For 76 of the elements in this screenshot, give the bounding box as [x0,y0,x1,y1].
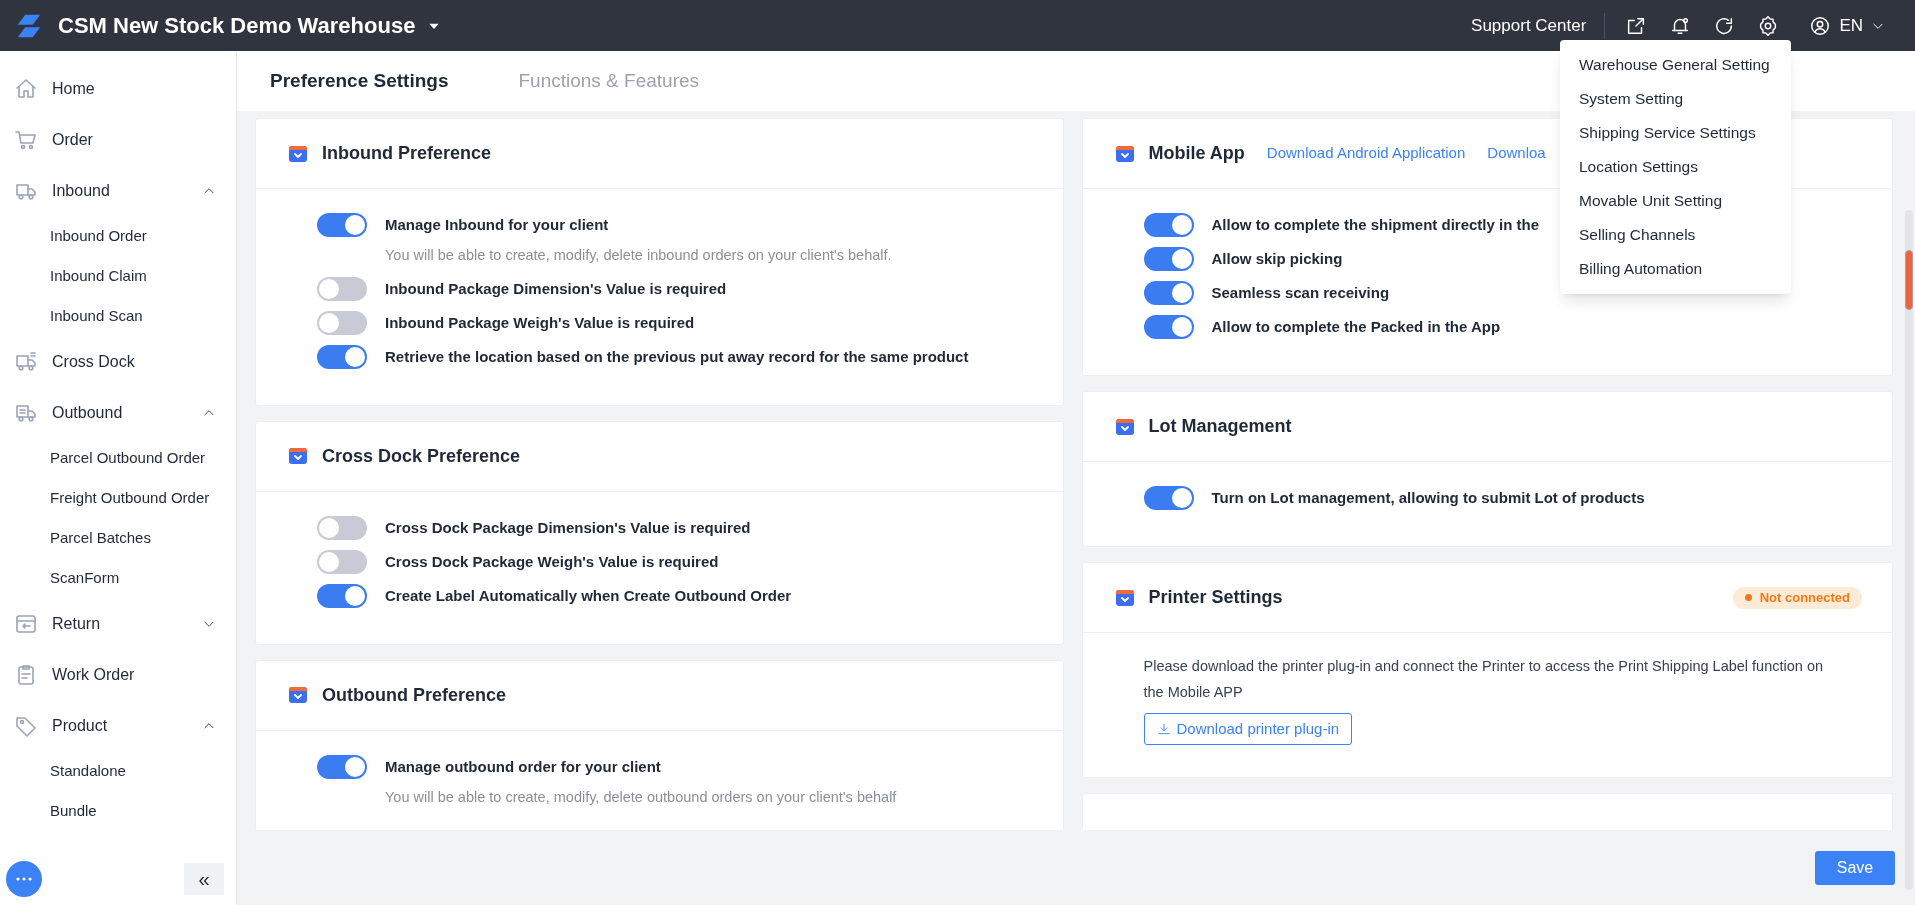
card-title: Inbound Preference [322,142,492,165]
user-icon [1809,14,1832,37]
menu-item[interactable]: Warehouse General Setting [1560,48,1791,82]
card-title: Lot Management [1148,415,1292,438]
setting-label: Allow to complete the shipment directly in the [1211,214,1540,235]
sidebar-item[interactable]: Work Order [0,649,236,700]
chat-dots-icon [16,877,32,881]
sidebar-item[interactable]: Inbound [0,165,236,216]
download-link[interactable]: Downloa [1487,142,1546,165]
toggle-switch[interactable] [317,549,367,574]
toggle-switch[interactable] [317,344,367,369]
card-title: Mobile App [1148,142,1245,165]
tab[interactable]: Preference Settings [270,66,449,96]
menu-item[interactable]: Shipping Service Settings [1560,116,1791,150]
download-link[interactable]: Download Android Application [1266,142,1466,165]
truck-icon [14,349,38,374]
scrollbar[interactable] [1905,210,1913,890]
toggle-switch[interactable] [1143,486,1194,510]
setting-label: Cross Dock Package Dimension's Value is required [385,517,751,538]
sidebar-subitem[interactable]: Inbound Claim [0,256,236,296]
toggle-switch[interactable] [317,515,367,540]
setting-label: Allow skip picking [1211,248,1343,269]
menu-item[interactable]: Movable Unit Setting [1560,184,1791,218]
setting-label: Cross Dock Package Weigh's Value is required [385,551,719,572]
sidebar-subitem[interactable]: Parcel Outbound Order [0,438,236,478]
sidebar-subitem[interactable]: ScanForm [0,558,236,598]
setting-label: Inbound Package Dimension's Value is required [385,278,727,299]
menu-item[interactable]: Selling Channels [1560,218,1791,252]
sidebar-subitem[interactable]: Inbound Scan [0,296,236,336]
setting-label: Inbound Package Weigh's Value is required [385,312,695,333]
menu-item[interactable]: Location Settings [1560,150,1791,184]
toggle-switch[interactable] [1143,213,1194,237]
setting-description: You will be able to create, modify, delete outbound orders on your client's behalf [384,787,898,807]
sidebar-item[interactable]: Product [0,700,236,751]
download-plugin-button[interactable]: Download printer plug-in [1143,713,1353,745]
setting-label: Turn on Lot management, allowing to submit Lot of products [1211,487,1645,508]
setting-label: Manage Inbound for your client [385,214,609,235]
card-title: Outbound Preference [322,683,507,707]
support-center-link[interactable]: Support Center [1471,12,1587,39]
language-menu[interactable]: EN [1809,12,1885,39]
setting-label: Allow to complete the Packed in the App [1211,316,1501,337]
toggle-switch[interactable] [317,213,367,237]
toggle-switch[interactable] [1143,281,1194,305]
home-icon [14,76,38,101]
sidebar-item[interactable]: Return [0,598,236,649]
setting-label: Seamless scan receiving [1211,282,1390,303]
card-title: Printer Settings [1148,586,1283,609]
chat-button[interactable] [6,861,42,897]
card-title: Cross Dock Preference [322,444,521,468]
sidebar-subitem[interactable]: Bundle [0,791,236,831]
setting-label: Create Label Automatically when Create Outbound Order [385,585,792,606]
collapse-sidebar-button[interactable]: « [184,863,224,895]
status-badge: Not connected [1732,586,1862,609]
sidebar-subitem[interactable]: Parcel Batches [0,518,236,558]
sidebar-subitem[interactable]: Inbound Order [0,216,236,256]
menu-item[interactable]: System Setting [1560,82,1791,116]
toggle-switch[interactable] [317,583,367,608]
printer-instructions: Please download the printer plug-in and connect the Printer to access the Print Shipping Label function on the Mobile APP [1143,657,1825,702]
warehouse-selector[interactable]: CSM New Stock Demo Warehouse [58,9,442,42]
sidebar-item[interactable]: Home [0,63,236,114]
sidebar-item[interactable]: Outbound [0,387,236,438]
sidebar-subitem[interactable]: Freight Outbound Order [0,478,236,518]
save-button[interactable]: Save [1815,850,1895,885]
setting-label: Manage outbound order for your client [385,756,661,777]
setting-label: Retrieve the location based on the previous put away record for the same product [385,346,969,367]
download-icon [1156,722,1171,736]
toggle-switch[interactable] [317,276,367,301]
toggle-switch[interactable] [317,310,367,335]
sidebar-item[interactable]: Cross Dock [0,336,236,387]
sidebar-subitem[interactable]: Standalone [0,751,236,791]
sidebar-item[interactable]: Order [0,114,236,165]
setting-description: You will be able to create, modify, delete inbound orders on your client's behalf. [384,246,893,265]
toggle-switch[interactable] [317,754,367,779]
toggle-switch[interactable] [1143,247,1194,271]
menu-item[interactable]: Billing Automation [1560,252,1791,286]
toggle-switch[interactable] [1143,315,1194,339]
